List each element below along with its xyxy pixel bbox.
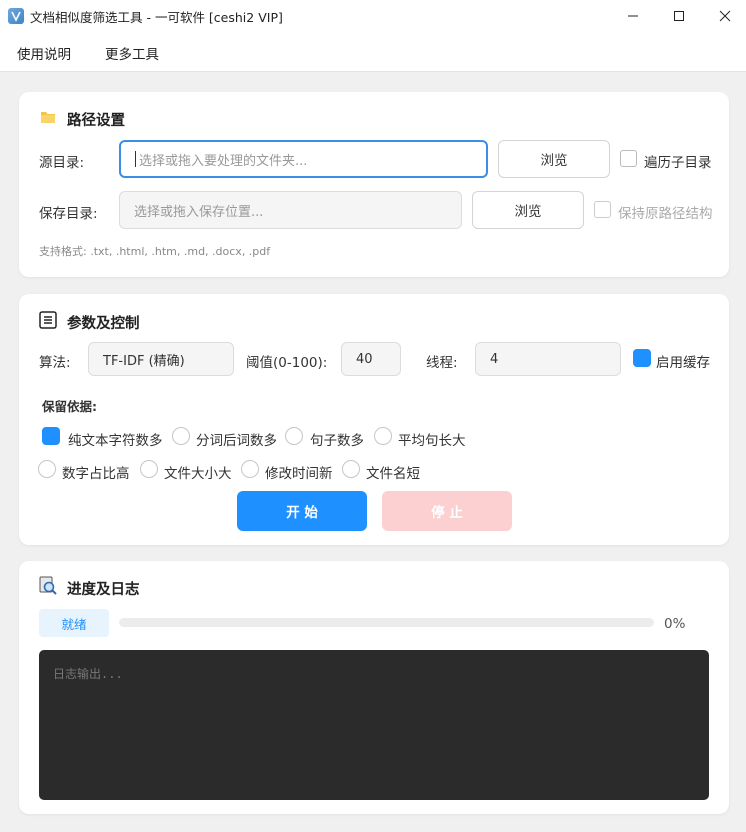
minimize-button[interactable] bbox=[610, 0, 656, 32]
window-title: 文档相似度筛选工具 - 一可软件 [ceshi2 VIP] bbox=[30, 9, 283, 25]
cache-label: 启用缓存 bbox=[656, 355, 710, 371]
menu-bar: 使用说明 更多工具 bbox=[0, 32, 746, 72]
progress-bar bbox=[119, 618, 654, 627]
list-icon bbox=[39, 311, 57, 333]
close-button[interactable] bbox=[702, 0, 746, 32]
save-dir-input[interactable]: 选择或拖入保存位置... bbox=[119, 191, 462, 229]
source-dir-input[interactable]: 选择或拖入要处理的文件夹... bbox=[119, 140, 488, 178]
status-badge: 就绪 bbox=[39, 609, 109, 637]
maximize-icon bbox=[674, 11, 684, 21]
retain-basis-label: 保留依据: bbox=[42, 399, 97, 414]
keep-structure-checkbox[interactable] bbox=[594, 201, 611, 218]
algorithm-label: 算法: bbox=[39, 355, 71, 371]
option-word-count-label: 分词后词数多 bbox=[196, 433, 277, 449]
option-file-size-label: 文件大小大 bbox=[164, 466, 232, 482]
params-title: 参数及控制 bbox=[67, 316, 140, 332]
path-settings-title: 路径设置 bbox=[67, 113, 125, 129]
threads-input[interactable]: 4 bbox=[475, 342, 621, 376]
source-browse-button[interactable]: 浏览 bbox=[498, 140, 610, 178]
log-placeholder: 日志输出... bbox=[53, 667, 123, 681]
cache-checkbox[interactable] bbox=[633, 349, 651, 367]
path-settings-card: 路径设置 源目录: 选择或拖入要处理的文件夹... 浏览 遍历子目录 保存目录:… bbox=[19, 92, 729, 277]
app-logo-icon bbox=[8, 8, 24, 24]
recursive-checkbox[interactable] bbox=[620, 150, 637, 167]
option-file-size-radio[interactable] bbox=[140, 460, 158, 478]
option-sentence-count-radio[interactable] bbox=[285, 427, 303, 445]
option-avg-sentence-label: 平均句长大 bbox=[398, 433, 466, 449]
algorithm-value: TF-IDF (精确) bbox=[103, 353, 185, 369]
recursive-label: 遍历子目录 bbox=[644, 155, 712, 171]
source-dir-placeholder: 选择或拖入要处理的文件夹... bbox=[139, 153, 308, 169]
save-dir-label: 保存目录: bbox=[39, 206, 98, 222]
option-sentence-count-label: 句子数多 bbox=[310, 433, 364, 449]
option-text-chars-radio[interactable] bbox=[42, 427, 60, 445]
menu-item-help[interactable]: 使用说明 bbox=[17, 43, 71, 63]
save-dir-placeholder: 选择或拖入保存位置... bbox=[134, 204, 264, 220]
option-text-chars-label: 纯文本字符数多 bbox=[68, 433, 163, 449]
title-bar: 文档相似度筛选工具 - 一可软件 [ceshi2 VIP] bbox=[0, 0, 746, 32]
menu-item-more-tools[interactable]: 更多工具 bbox=[105, 43, 159, 63]
threshold-label: 阈值(0-100): bbox=[246, 355, 328, 371]
progress-percent: 0% bbox=[664, 616, 686, 632]
maximize-button[interactable] bbox=[656, 0, 702, 32]
stop-button[interactable]: 停 止 bbox=[382, 491, 512, 531]
minimize-icon bbox=[628, 15, 638, 17]
keep-structure-label: 保持原路径结构 bbox=[618, 206, 713, 222]
option-filename-short-radio[interactable] bbox=[342, 460, 360, 478]
threads-value: 4 bbox=[490, 351, 499, 367]
algorithm-select[interactable]: TF-IDF (精确) bbox=[88, 342, 234, 376]
progress-log-card: 进度及日志 就绪 0% 日志输出... bbox=[19, 561, 729, 814]
option-word-count-radio[interactable] bbox=[172, 427, 190, 445]
progress-log-title: 进度及日志 bbox=[67, 582, 140, 598]
save-browse-button[interactable]: 浏览 bbox=[472, 191, 584, 229]
option-filename-short-label: 文件名短 bbox=[366, 466, 420, 482]
close-icon bbox=[719, 10, 731, 22]
folder-icon bbox=[40, 109, 56, 129]
threshold-input[interactable]: 40 bbox=[341, 342, 401, 376]
option-digit-ratio-label: 数字占比高 bbox=[62, 466, 130, 482]
option-digit-ratio-radio[interactable] bbox=[38, 460, 56, 478]
option-modified-time-radio[interactable] bbox=[241, 460, 259, 478]
log-output-area[interactable]: 日志输出... bbox=[39, 650, 709, 800]
supported-formats-note: 支持格式: .txt, .html, .htm, .md, .docx, .pd… bbox=[39, 245, 271, 258]
threads-label: 线程: bbox=[426, 355, 458, 371]
start-button[interactable]: 开 始 bbox=[237, 491, 367, 531]
magnifier-document-icon bbox=[38, 576, 58, 600]
option-avg-sentence-radio[interactable] bbox=[374, 427, 392, 445]
text-cursor bbox=[135, 151, 136, 167]
option-modified-time-label: 修改时间新 bbox=[265, 466, 333, 482]
params-card: 参数及控制 算法: TF-IDF (精确) 阈值(0-100): 40 线程: … bbox=[19, 294, 729, 545]
source-dir-label: 源目录: bbox=[39, 155, 85, 171]
threshold-value: 40 bbox=[356, 351, 373, 367]
